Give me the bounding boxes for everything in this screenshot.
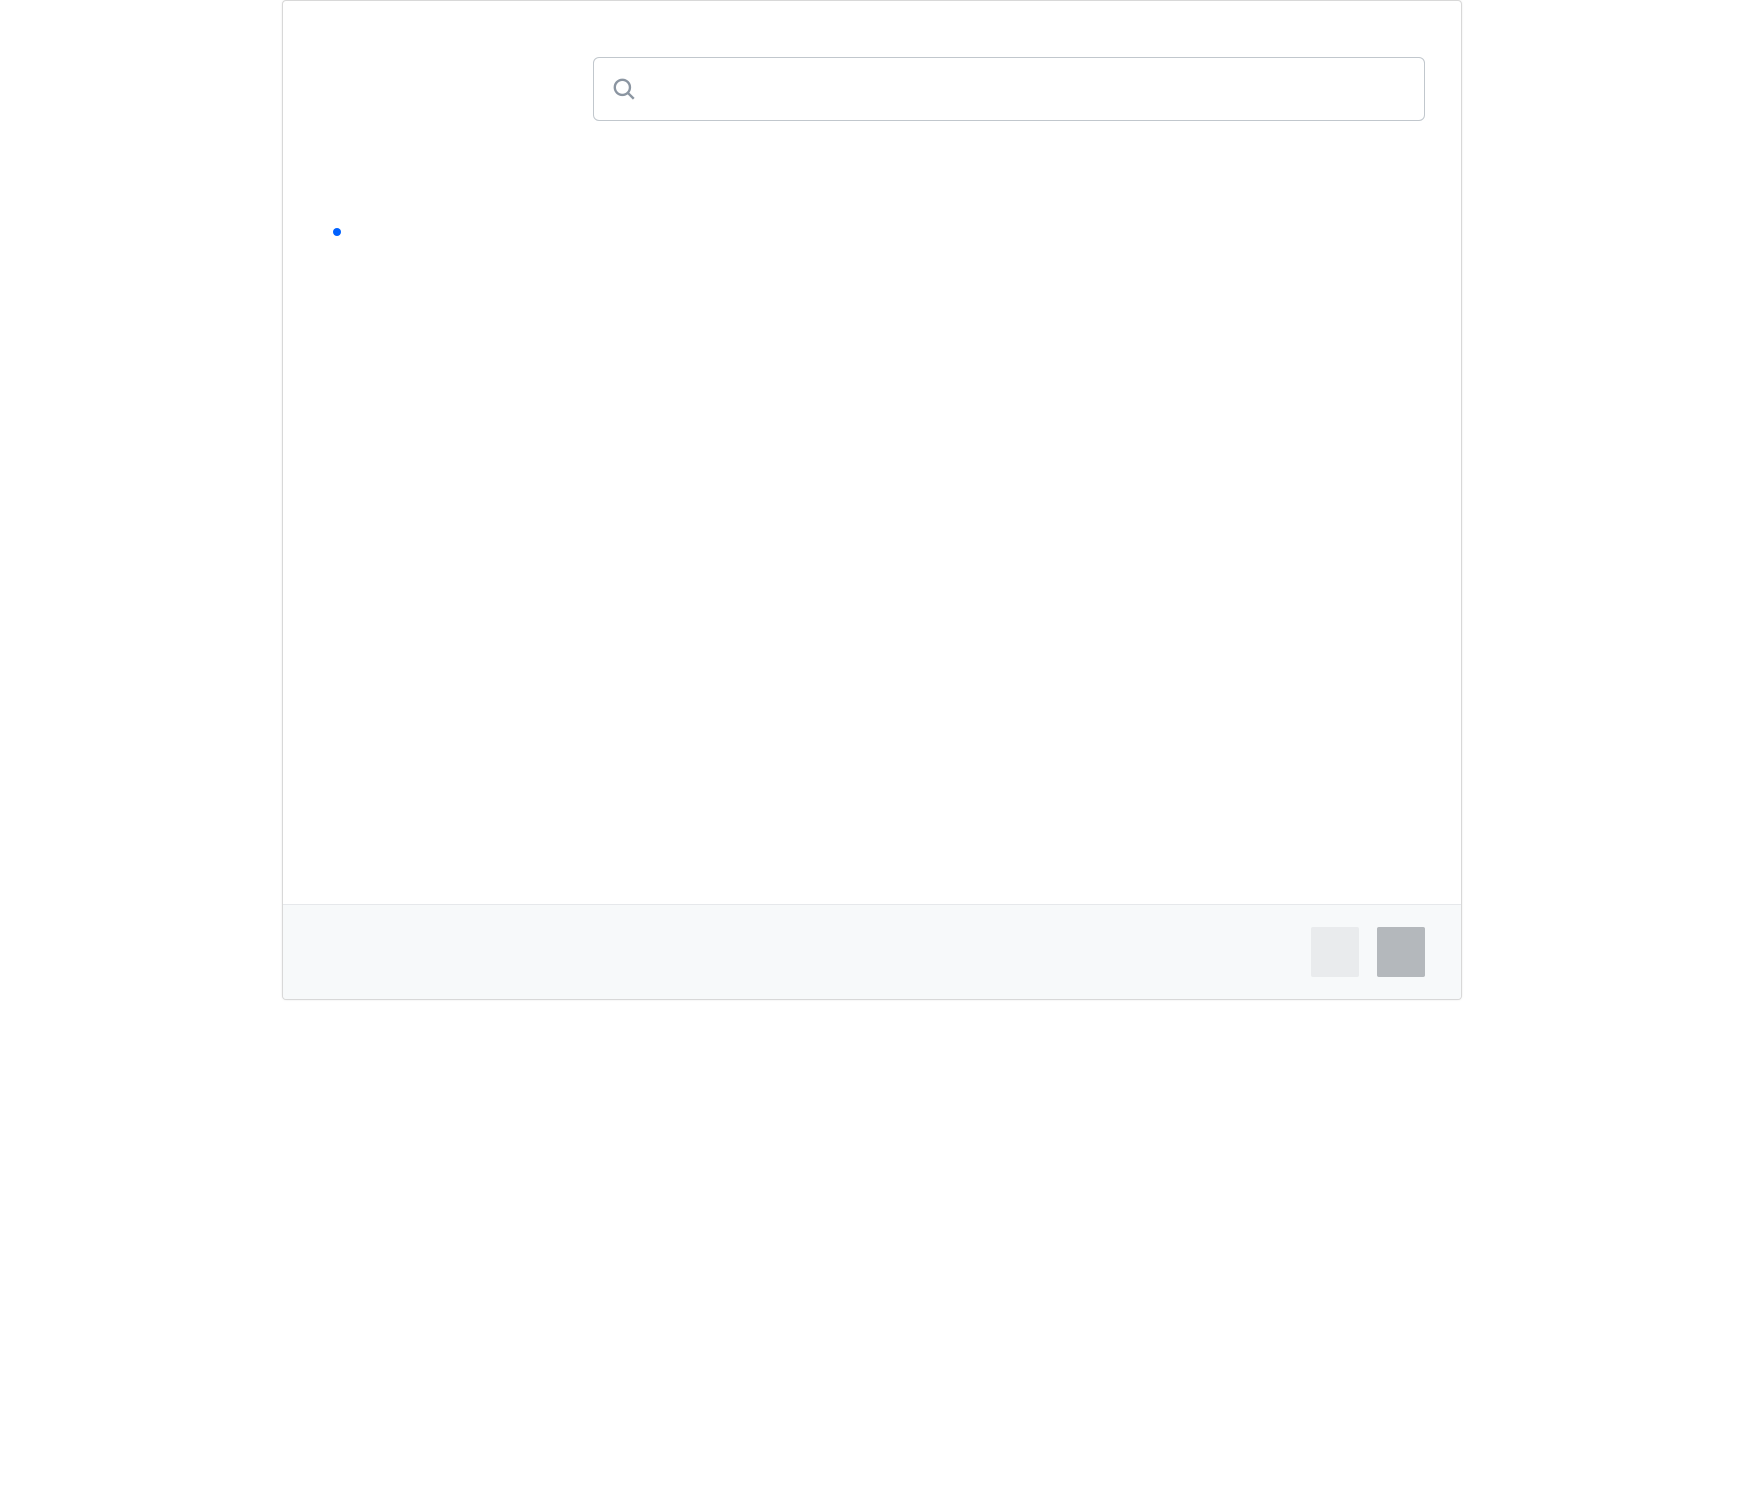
- modal-body: [283, 35, 1461, 904]
- modal-title: [283, 1, 1461, 35]
- search-input[interactable]: [593, 57, 1425, 121]
- sidebar-item-sharing[interactable]: [319, 271, 593, 297]
- sidebar-item-sso[interactable]: [319, 323, 593, 349]
- footer-actions: [1311, 927, 1425, 977]
- sidebar-item-two-factor-authentication[interactable]: [319, 427, 593, 453]
- sidebar-item-file-operations[interactable]: [319, 63, 593, 89]
- sidebar-item-showcase[interactable]: [319, 297, 593, 323]
- sidebar-item-files-requests[interactable]: [319, 89, 593, 115]
- sidebar-item-logins[interactable]: [319, 141, 593, 167]
- sidebar-item-members[interactable]: [319, 167, 593, 193]
- sidebar: [283, 35, 593, 904]
- active-dot-icon: [333, 228, 341, 236]
- sidebar-item-passwords[interactable]: [319, 219, 593, 245]
- content: [593, 35, 1461, 904]
- sidebar-item-reports[interactable]: [319, 245, 593, 271]
- modal-footer: [283, 904, 1461, 999]
- sidebar-item-team-policies[interactable]: [319, 375, 593, 401]
- add-activity-button[interactable]: [1377, 927, 1425, 977]
- search-field-wrap: [593, 57, 1425, 121]
- sidebar-item-groups[interactable]: [319, 115, 593, 141]
- sidebar-item-team-profile[interactable]: [319, 401, 593, 427]
- search-icon: [611, 76, 637, 102]
- sidebar-item-paper[interactable]: [319, 193, 593, 219]
- add-activities-modal: [282, 0, 1462, 1000]
- sidebar-item-team-folders[interactable]: [319, 349, 593, 375]
- cancel-button[interactable]: [1311, 927, 1359, 977]
